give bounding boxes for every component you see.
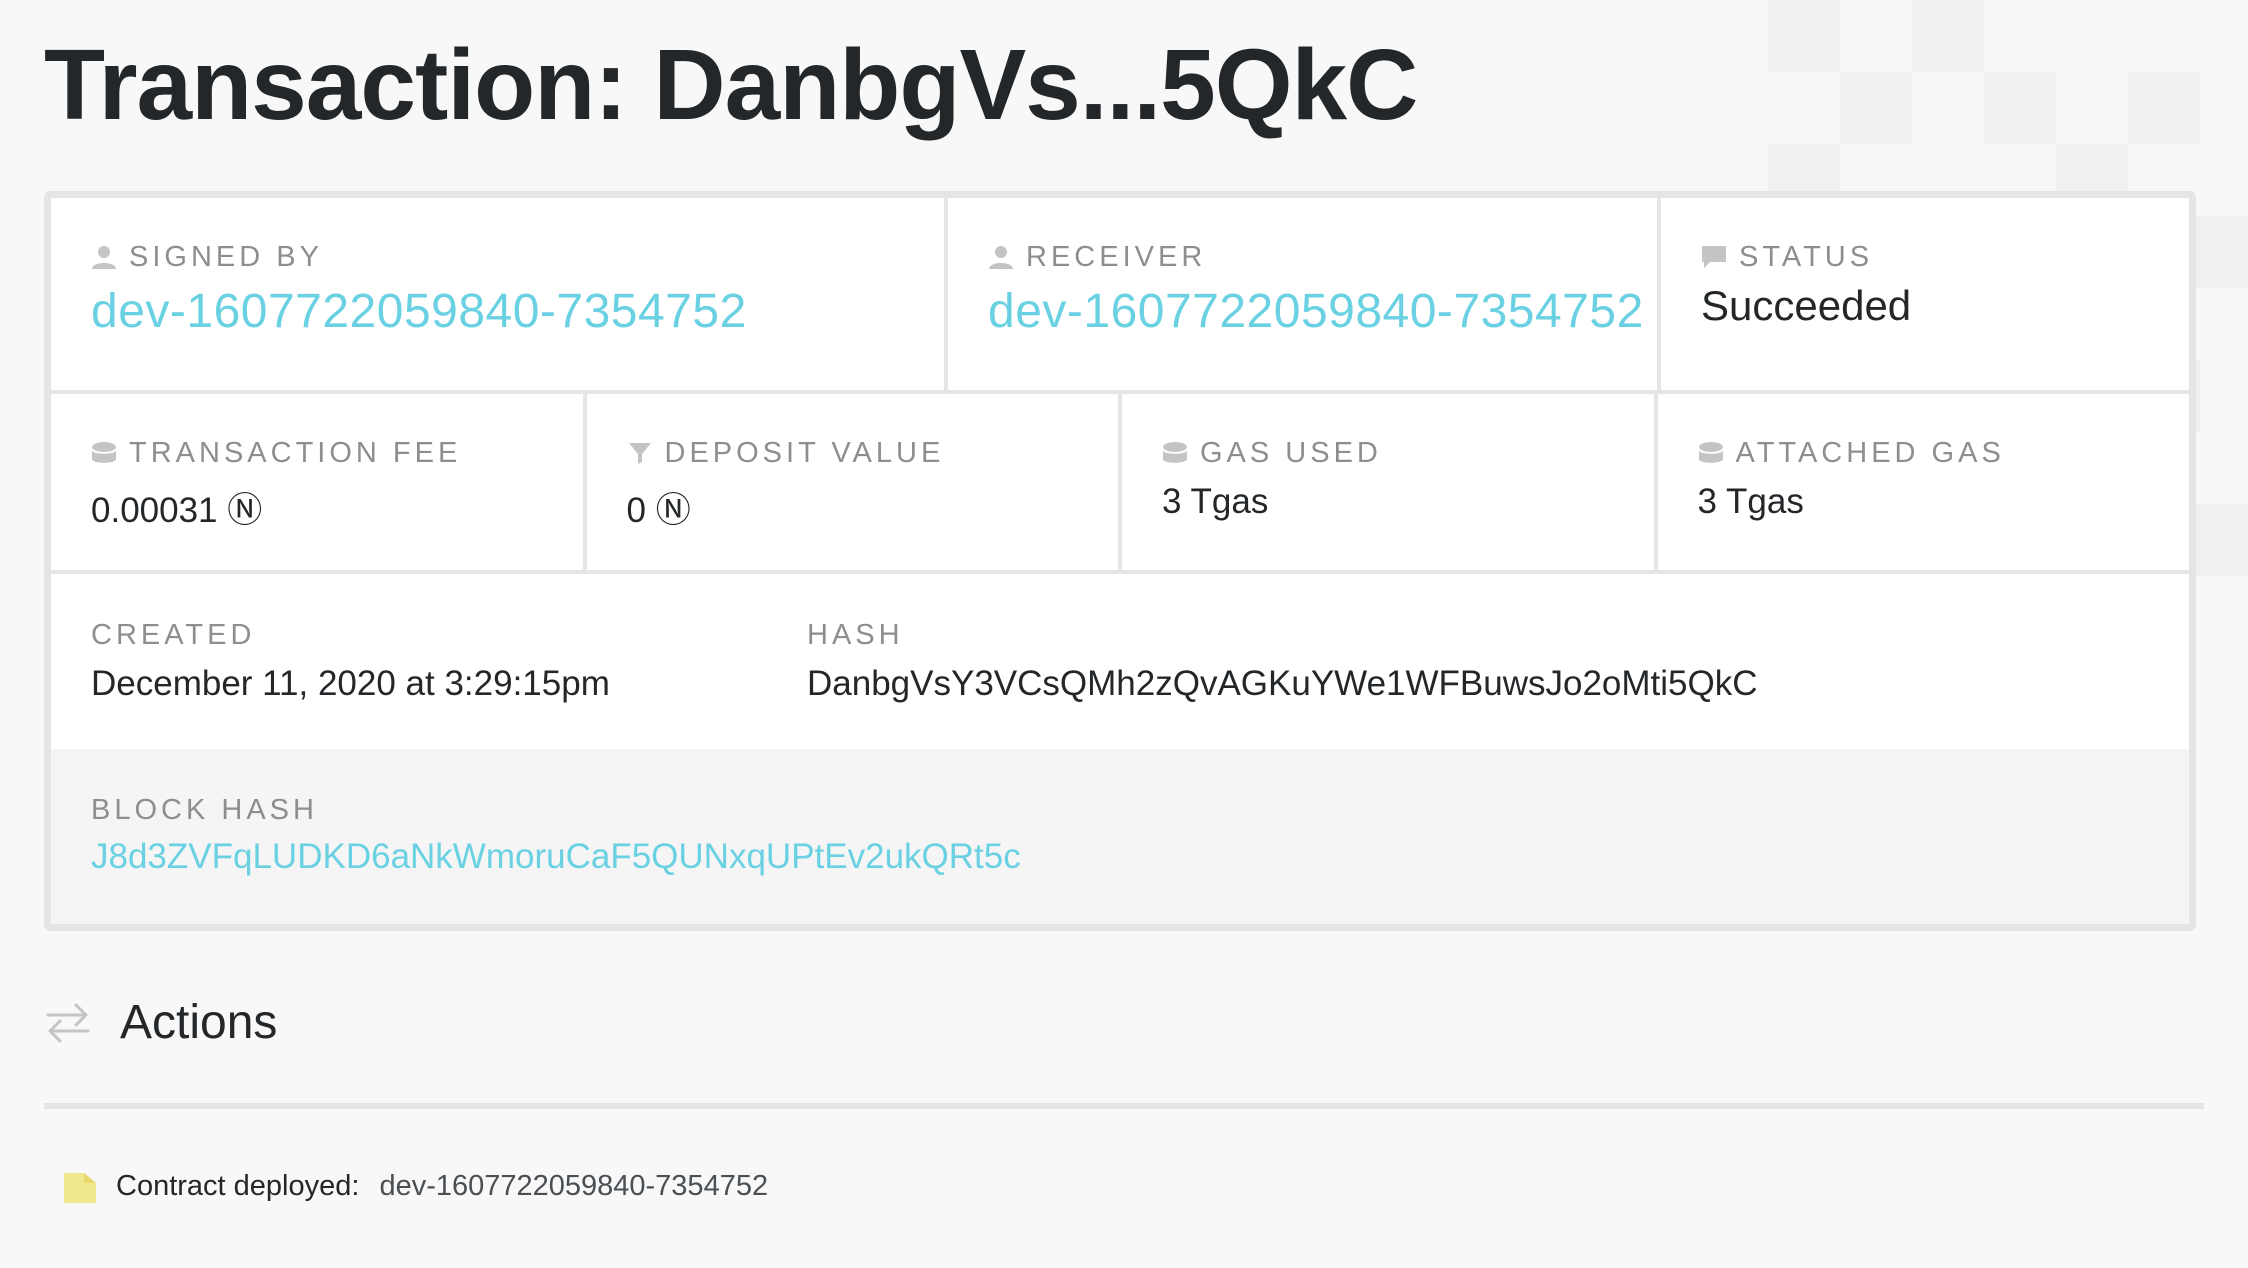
action-item: Contract deployed: dev-1607722059840-735… (64, 1170, 768, 1203)
hash-label: HASH (807, 618, 904, 651)
hash-value: DanbgVsY3VCsQMh2zQvAGKuYWe1WFBuwsJo2oMti… (807, 664, 1758, 703)
action-label: Contract deployed: (116, 1170, 360, 1202)
transaction-details-card: SIGNED BY dev-1607722059840-7354752 RECE… (44, 191, 2196, 931)
action-value: dev-1607722059840-7354752 (379, 1170, 769, 1202)
transaction-fee-label: TRANSACTION FEE (129, 436, 462, 469)
user-icon (92, 246, 116, 269)
comment-icon (1702, 246, 1726, 268)
gas-used-cell: GAS USED 3 Tgas (1122, 394, 1654, 570)
created-label: CREATED (91, 618, 256, 651)
receiver-link[interactable]: dev-1607722059840-7354752 (988, 284, 1657, 339)
actions-title: Actions (120, 996, 278, 1049)
status-value: Succeeded (1701, 282, 1912, 329)
receiver-cell: RECEIVER dev-1607722059840-7354752 (948, 198, 1657, 390)
created-field: CREATED December 11, 2020 at 3:29:15pm (91, 618, 610, 704)
signed-by-link[interactable]: dev-1607722059840-7354752 (91, 284, 944, 339)
file-icon (64, 1172, 96, 1203)
created-value: December 11, 2020 at 3:29:15pm (91, 664, 610, 703)
block-hash-link[interactable]: J8d3ZVFqLUDKD6aNkWmoruCaF5QUNxqUPtEv2ukQ… (91, 837, 1021, 877)
transfer-arrows-icon (46, 1003, 90, 1042)
hash-field: HASH DanbgVsY3VCsQMh2zQvAGKuYWe1WFBuwsJo… (807, 618, 1758, 704)
user-icon (989, 246, 1013, 269)
details-row-block-hash: BLOCK HASH J8d3ZVFqLUDKD6aNkWmoruCaF5QUN… (51, 749, 2189, 924)
gas-used-value: 3 Tgas (1162, 482, 1269, 521)
details-row-gas: TRANSACTION FEE 0.00031 Ⓝ DEPOSIT VALUE … (51, 394, 2189, 570)
attached-gas-label: ATTACHED GAS (1735, 436, 2005, 469)
status-cell: STATUS Succeeded (1661, 198, 2189, 390)
block-hash-label: BLOCK HASH (91, 793, 318, 826)
attached-gas-value: 3 Tgas (1697, 482, 1804, 521)
signed-by-cell: SIGNED BY dev-1607722059840-7354752 (51, 198, 944, 390)
coins-icon (1698, 442, 1723, 463)
coins-icon (1163, 442, 1187, 463)
details-row-accounts: SIGNED BY dev-1607722059840-7354752 RECE… (51, 198, 2189, 390)
details-row-created-hash: CREATED December 11, 2020 at 3:29:15pm H… (51, 574, 2189, 749)
status-label: STATUS (1739, 240, 1874, 273)
page-title: Transaction: DanbgVs...5QkC (44, 29, 1418, 141)
attached-gas-cell: ATTACHED GAS 3 Tgas (1657, 394, 2189, 570)
transaction-fee-cell: TRANSACTION FEE 0.00031 Ⓝ (51, 394, 583, 570)
coins-icon (92, 442, 116, 463)
block-hash-field: BLOCK HASH J8d3ZVFqLUDKD6aNkWmoruCaF5QUN… (91, 793, 1021, 877)
receiver-label: RECEIVER (1026, 240, 1207, 273)
deposit-value-label: DEPOSIT VALUE (664, 436, 945, 469)
deposit-value-value: 0 Ⓝ (626, 491, 691, 530)
signed-by-label: SIGNED BY (129, 240, 323, 273)
actions-header: Actions (44, 995, 277, 1050)
filter-icon (628, 443, 651, 464)
transaction-fee-value: 0.00031 Ⓝ (91, 491, 263, 530)
actions-divider (44, 1103, 2204, 1109)
gas-used-label: GAS USED (1200, 436, 1382, 469)
deposit-value-cell: DEPOSIT VALUE 0 Ⓝ (586, 394, 1118, 570)
